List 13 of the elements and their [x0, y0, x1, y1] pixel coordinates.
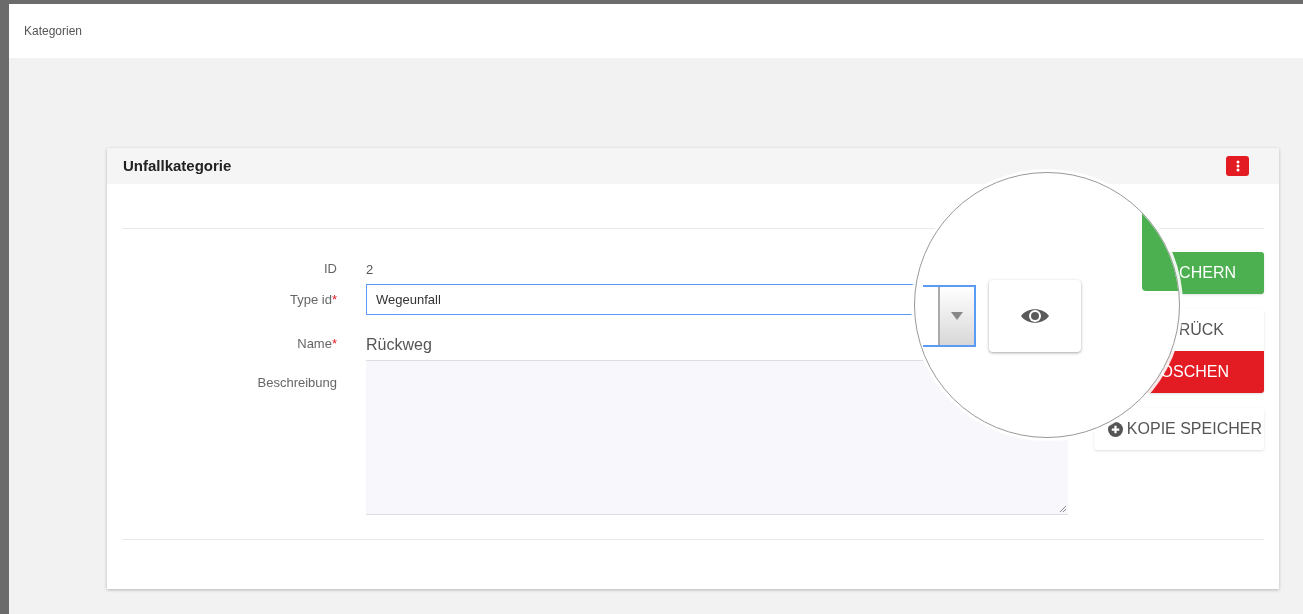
more-icon — [1235, 160, 1240, 172]
resize-handle-icon — [1059, 505, 1067, 513]
page-title: Kategorien — [24, 23, 83, 40]
field-label: Name* — [297, 334, 337, 353]
field-label: Type id* — [290, 290, 337, 309]
dropdown-arrow-icon — [951, 312, 963, 320]
card-title: Unfallkategorie — [123, 155, 232, 176]
copy-save-button[interactable]: KOPIE SPEICHER — [1094, 408, 1264, 450]
field-label: Beschreibung — [257, 374, 337, 392]
more-button[interactable] — [1226, 156, 1249, 176]
description-field[interactable] — [366, 361, 1068, 515]
field-label: ID — [324, 260, 337, 279]
id-value: 2 — [366, 262, 374, 277]
